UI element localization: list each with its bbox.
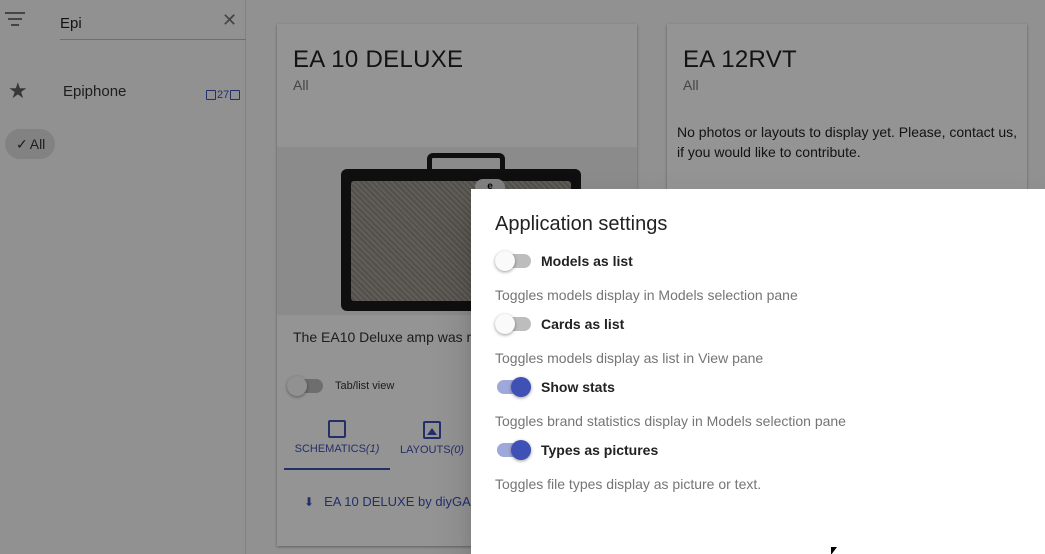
setting-help: Toggles brand statistics display in Mode… bbox=[495, 413, 846, 429]
models-as-list-switch[interactable] bbox=[495, 249, 531, 273]
setting-help: Toggles models display as list in View p… bbox=[495, 350, 764, 366]
show-stats-switch[interactable] bbox=[495, 375, 531, 399]
setting-label: Show stats bbox=[541, 379, 615, 395]
setting-label: Cards as list bbox=[541, 316, 625, 332]
setting-show-stats: Show stats Toggles brand statistics disp… bbox=[495, 375, 1015, 429]
types-as-pictures-switch[interactable] bbox=[495, 438, 531, 462]
setting-types-as-pictures: Types as pictures Toggles file types dis… bbox=[495, 438, 1015, 492]
setting-help: Toggles models display in Models selecti… bbox=[495, 287, 798, 303]
cards-as-list-switch[interactable] bbox=[495, 312, 531, 336]
setting-models-as-list: Models as list Toggles models display in… bbox=[495, 249, 1015, 303]
setting-help: Toggles file types display as picture or… bbox=[495, 476, 762, 492]
settings-dialog: Application settings Models as list Togg… bbox=[471, 189, 1045, 554]
dialog-title: Application settings bbox=[495, 213, 668, 235]
setting-label: Types as pictures bbox=[541, 442, 659, 458]
setting-label: Models as list bbox=[541, 253, 633, 269]
setting-cards-as-list: Cards as list Toggles models display as … bbox=[495, 312, 1015, 366]
mouse-cursor bbox=[831, 547, 837, 554]
